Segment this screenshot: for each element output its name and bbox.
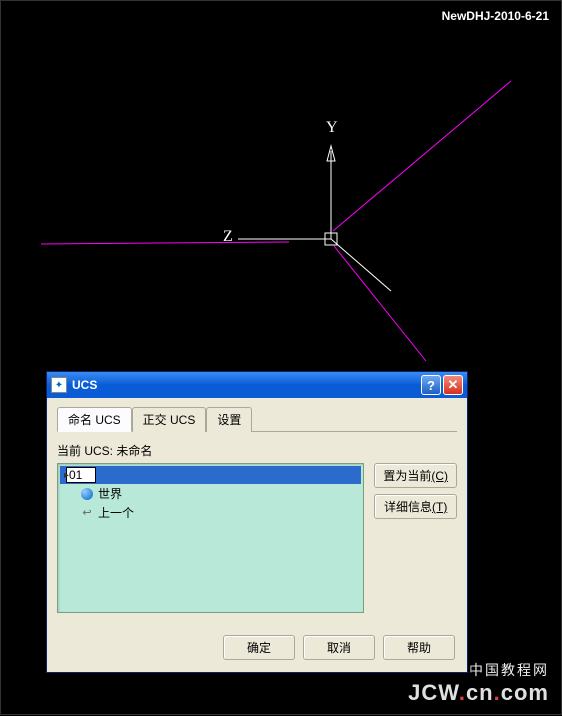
current-ucs-label: 当前 UCS: 未命名 <box>57 442 457 459</box>
globe-icon <box>80 487 94 501</box>
ucs-dialog: ✦ UCS ? ✕ 命名 UCS 正交 UCS 设置 当前 UCS: 未命名 ▸… <box>46 371 468 673</box>
ucs-tree[interactable]: ▸ 世界 ↩ 上一个 <box>57 463 364 613</box>
dialog-body: 命名 UCS 正交 UCS 设置 当前 UCS: 未命名 ▸ 世界 ↩ 上一个 <box>47 398 467 625</box>
close-icon[interactable]: ✕ <box>443 375 463 395</box>
axis-z-label: Z <box>223 228 233 246</box>
titlebar[interactable]: ✦ UCS ? ✕ <box>47 372 467 398</box>
tree-item-editing[interactable]: ▸ <box>60 466 361 484</box>
tab-named-ucs[interactable]: 命名 UCS <box>57 407 132 432</box>
app-icon: ✦ <box>51 377 67 393</box>
tree-item-world[interactable]: 世界 <box>60 484 361 503</box>
tree-item-label: 世界 <box>98 485 122 502</box>
current-ucs-value: 未命名 <box>116 444 152 458</box>
cancel-button[interactable]: 取消 <box>303 635 375 660</box>
details-button[interactable]: 详细信息(T) <box>374 494 457 519</box>
expand-icon[interactable]: ▸ <box>64 470 74 480</box>
ok-button[interactable]: 确定 <box>223 635 295 660</box>
tab-settings[interactable]: 设置 <box>206 407 252 432</box>
dialog-button-row: 确定 取消 帮助 <box>47 625 467 672</box>
tree-item-label: 上一个 <box>98 504 134 521</box>
watermark-top: NewDHJ-2010-6-21 <box>442 9 549 23</box>
help-icon[interactable]: ? <box>421 375 441 395</box>
axis-y-label: Y <box>326 119 338 137</box>
set-current-button[interactable]: 置为当前(C) <box>374 463 457 488</box>
side-button-group: 置为当前(C) 详细信息(T) <box>374 463 457 613</box>
watermark-url: JCW.cn.com <box>408 680 549 706</box>
tree-item-previous[interactable]: ↩ 上一个 <box>60 503 361 522</box>
tab-strip: 命名 UCS 正交 UCS 设置 <box>57 406 457 432</box>
tab-ortho-ucs[interactable]: 正交 UCS <box>132 407 207 432</box>
help-button[interactable]: 帮助 <box>383 635 455 660</box>
dialog-title: UCS <box>72 378 419 392</box>
previous-icon: ↩ <box>80 506 94 520</box>
